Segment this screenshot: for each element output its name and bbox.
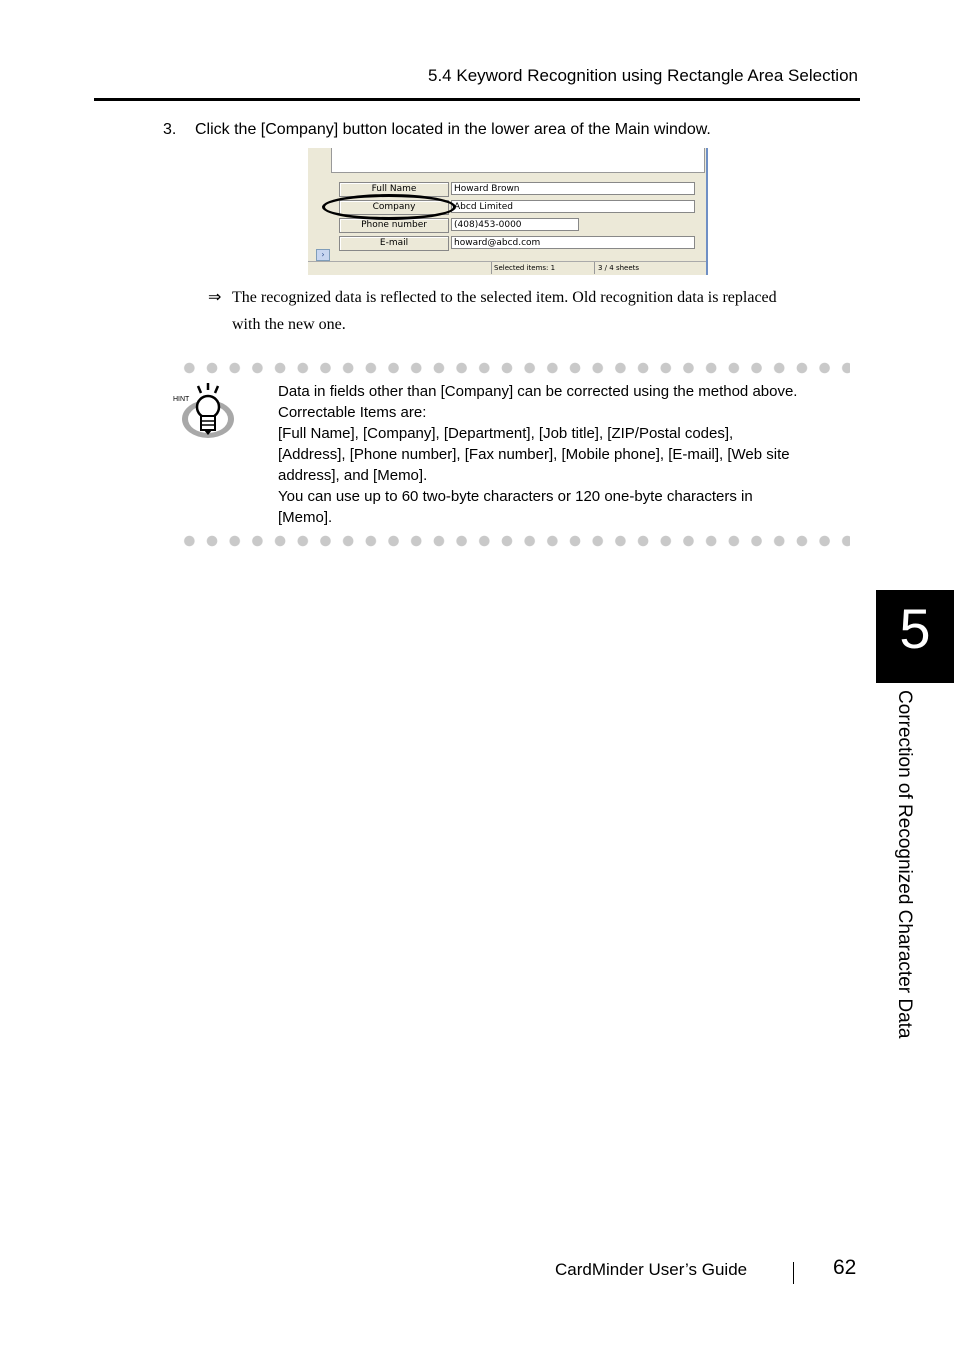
hint-line: [Full Name], [Company], [Department], [J… <box>278 425 734 442</box>
highlight-ellipse <box>322 194 456 220</box>
status-sheets: 3 / 4 sheets <box>598 264 640 272</box>
step-number: 3. <box>163 121 177 138</box>
step-3: 3. Click the [Company] button located in … <box>163 121 711 139</box>
result-line-1: The recognized data is reflected to the … <box>232 289 777 306</box>
hint-text: Data in fields other than [Company] can … <box>278 381 848 528</box>
hint-label: HINT <box>173 396 190 403</box>
email-field[interactable]: howard@abcd.com <box>451 236 695 249</box>
hint-top-divider <box>178 362 850 374</box>
result-line-2: with the new one. <box>232 316 346 333</box>
step-text: Click the [Company] button located in th… <box>195 121 711 138</box>
header-rule <box>94 98 860 101</box>
status-selected-items: Selected items: 1 <box>491 262 595 274</box>
chapter-tab: 5 <box>876 590 954 683</box>
hint-line: Correctable Items are: <box>278 404 427 421</box>
hint-line: [Address], [Phone number], [Fax number],… <box>278 446 790 463</box>
footer-guide-title: CardMinder User’s Guide <box>555 1260 748 1279</box>
hint-line: address], and [Memo]. <box>278 467 428 484</box>
result-arrow-icon: ⇒ <box>208 289 222 306</box>
chapter-title: Correction of Recognized Character Data <box>894 690 915 1039</box>
footer-separator <box>793 1262 794 1284</box>
chapter-number: 5 <box>899 597 931 660</box>
email-button[interactable]: E-mail <box>339 236 449 251</box>
full-name-field[interactable]: Howard Brown <box>451 182 695 195</box>
hint-line: [Memo]. <box>278 509 333 526</box>
hint-lightbulb-icon: HINT <box>172 380 240 442</box>
section-title: 5.4 Keyword Recognition using Rectangle … <box>428 66 858 85</box>
phone-number-button[interactable]: Phone number <box>339 218 449 233</box>
company-field[interactable]: Abcd Limited <box>451 200 695 213</box>
hint-line: You can use up to 60 two-byte characters… <box>278 488 753 505</box>
hint-line: Data in fields other than [Company] can … <box>278 383 798 400</box>
main-window-screenshot: Full Name Howard Brown Company Abcd Limi… <box>308 148 708 275</box>
memo-area <box>331 148 705 173</box>
page-number: 62 <box>833 1256 857 1279</box>
phone-number-field[interactable]: (408)453-0000 <box>451 218 579 231</box>
hint-bottom-divider <box>178 535 850 547</box>
status-bar: Selected items: 1 3 / 4 sheets <box>308 261 706 275</box>
scroll-arrow-icon[interactable]: › <box>316 249 330 261</box>
